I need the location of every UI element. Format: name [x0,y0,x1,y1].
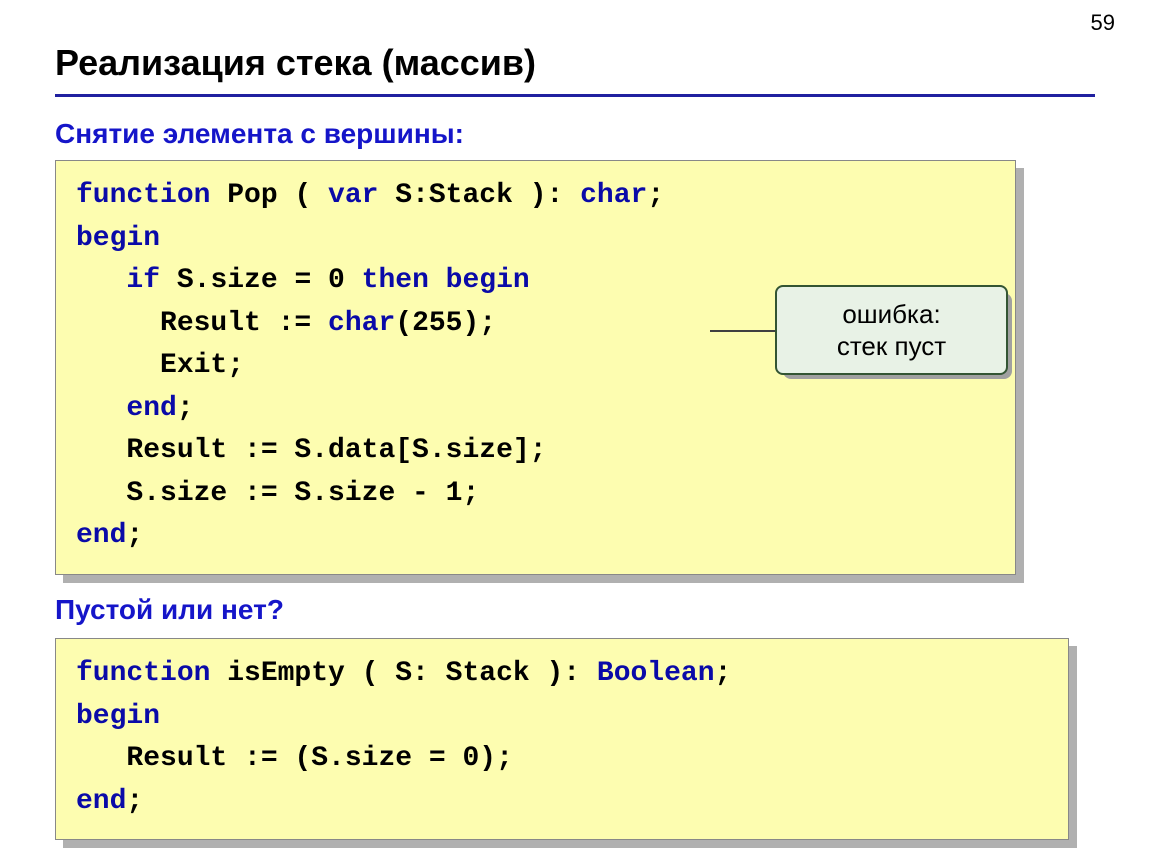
page-number: 59 [1091,10,1115,36]
callout-box: ошибка: стек пуст [775,285,1008,375]
kw-end: end [76,520,126,551]
kw-then-begin: then begin [362,265,530,296]
callout-connector [710,330,775,332]
kw-begin: begin [76,223,160,254]
kw-boolean: Boolean [597,658,715,689]
callout-line1: ошибка: [842,298,940,331]
kw-var: var [328,180,378,211]
kw-end: end [126,393,176,424]
callout-error: ошибка: стек пуст [710,285,1008,375]
subheading-pop: Снятие элемента с вершины: [55,118,464,150]
code-box: function isEmpty ( S: Stack ): Boolean; … [55,638,1069,840]
kw-char: char [328,308,395,339]
kw-char: char [580,180,647,211]
kw-if: if [126,265,160,296]
kw-function: function [76,658,210,689]
kw-begin: begin [76,701,160,732]
title-rule [55,94,1095,97]
subheading-isempty: Пустой или нет? [55,594,284,626]
slide-title: Реализация стека (массив) [55,42,536,84]
kw-function: function [76,180,210,211]
kw-end: end [76,786,126,817]
code-text: function isEmpty ( S: Stack ): Boolean; … [56,639,1068,839]
code-block-isempty: function isEmpty ( S: Stack ): Boolean; … [55,638,1069,840]
callout-line2: стек пуст [837,330,946,363]
slide: 59 Реализация стека (массив) Снятие элем… [0,0,1150,864]
